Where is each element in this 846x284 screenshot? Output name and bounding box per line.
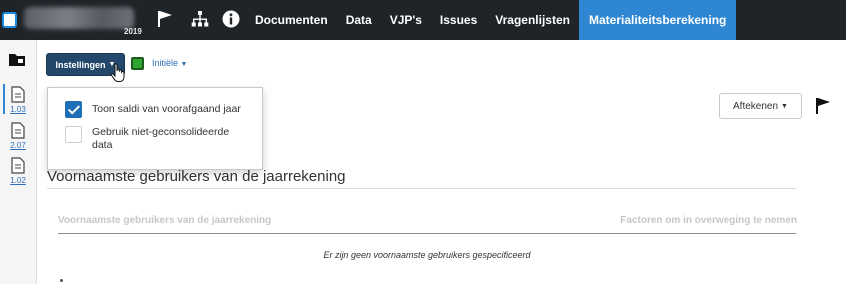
option-label: Toon saldi van voorafgaand jaar: [92, 103, 241, 115]
settings-menu: Toon saldi van voorafgaand jaar Gebruik …: [47, 87, 263, 170]
client-name-redacted: [24, 7, 134, 29]
option-non-consolidated[interactable]: Gebruik niet-geconsolideerde data: [65, 126, 242, 152]
rail-document-2[interactable]: 2.07: [6, 122, 30, 150]
nav-vjps[interactable]: VJP's: [381, 0, 431, 40]
option-label: Gebruik niet-geconsolideerde data: [92, 126, 230, 151]
rail-document-number[interactable]: 2.07: [6, 141, 30, 150]
phase-label: Initiële: [152, 58, 179, 68]
main-nav: Documenten Data VJP's Issues Vragenlijst…: [246, 0, 737, 40]
non-consolidated-checkbox[interactable]: [65, 126, 82, 143]
top-navbar: 2019 Documenten Data VJP's Issues Vragen…: [0, 0, 846, 40]
settings-button-label: Instellingen: [55, 59, 106, 70]
nav-data[interactable]: Data: [337, 0, 381, 40]
nav-issues[interactable]: Issues: [431, 0, 486, 40]
phase-dropdown[interactable]: Initiële ▼: [152, 58, 187, 68]
fiscal-year: 2019: [124, 27, 142, 36]
app-logo-icon[interactable]: [2, 12, 17, 28]
flag-icon[interactable]: [157, 10, 173, 31]
document-icon: [11, 86, 25, 103]
bullet: [60, 279, 63, 282]
flag-icon[interactable]: [815, 97, 831, 118]
rail-document-1[interactable]: 1.03: [3, 84, 30, 114]
sign-off-label: Aftekenen: [733, 100, 779, 112]
nav-documenten[interactable]: Documenten: [246, 0, 337, 40]
divider: [47, 188, 796, 189]
rail-document-number[interactable]: 1.03: [6, 105, 30, 114]
option-show-prior-year[interactable]: Toon saldi van voorafgaand jaar: [65, 101, 241, 118]
caret-down-icon: ▼: [781, 102, 788, 110]
section-title: Voornaamste gebruikers van de jaarrekeni…: [47, 168, 346, 185]
sign-off-button[interactable]: Aftekenen ▼: [719, 93, 802, 119]
rail-document-number[interactable]: 1.02: [6, 176, 30, 185]
folder-icon[interactable]: [8, 53, 26, 70]
nav-materialiteitsberekening[interactable]: Materialiteitsberekening: [578, 0, 737, 40]
empty-state-message: Er zijn geen voornaamste gebruikers gesp…: [323, 250, 531, 260]
info-icon[interactable]: [222, 10, 240, 31]
status-indicator: [131, 57, 144, 70]
show-prior-year-checkbox[interactable]: [65, 101, 82, 118]
caret-down-icon: ▼: [180, 61, 188, 68]
left-rail: 1.03 2.07 1.02: [0, 40, 37, 284]
hierarchy-icon[interactable]: [191, 10, 209, 31]
hand-cursor-icon: [110, 63, 126, 86]
document-icon: [11, 157, 25, 174]
document-icon: [11, 122, 25, 139]
column-header-users: Voornaamste gebruikers van de jaarrekeni…: [58, 215, 272, 226]
column-header-factors: Factoren om in overweging te nemen: [620, 215, 797, 226]
rail-document-3[interactable]: 1.02: [6, 157, 30, 185]
nav-vragenlijsten[interactable]: Vragenlijsten: [486, 0, 579, 40]
table-divider: [58, 233, 796, 234]
